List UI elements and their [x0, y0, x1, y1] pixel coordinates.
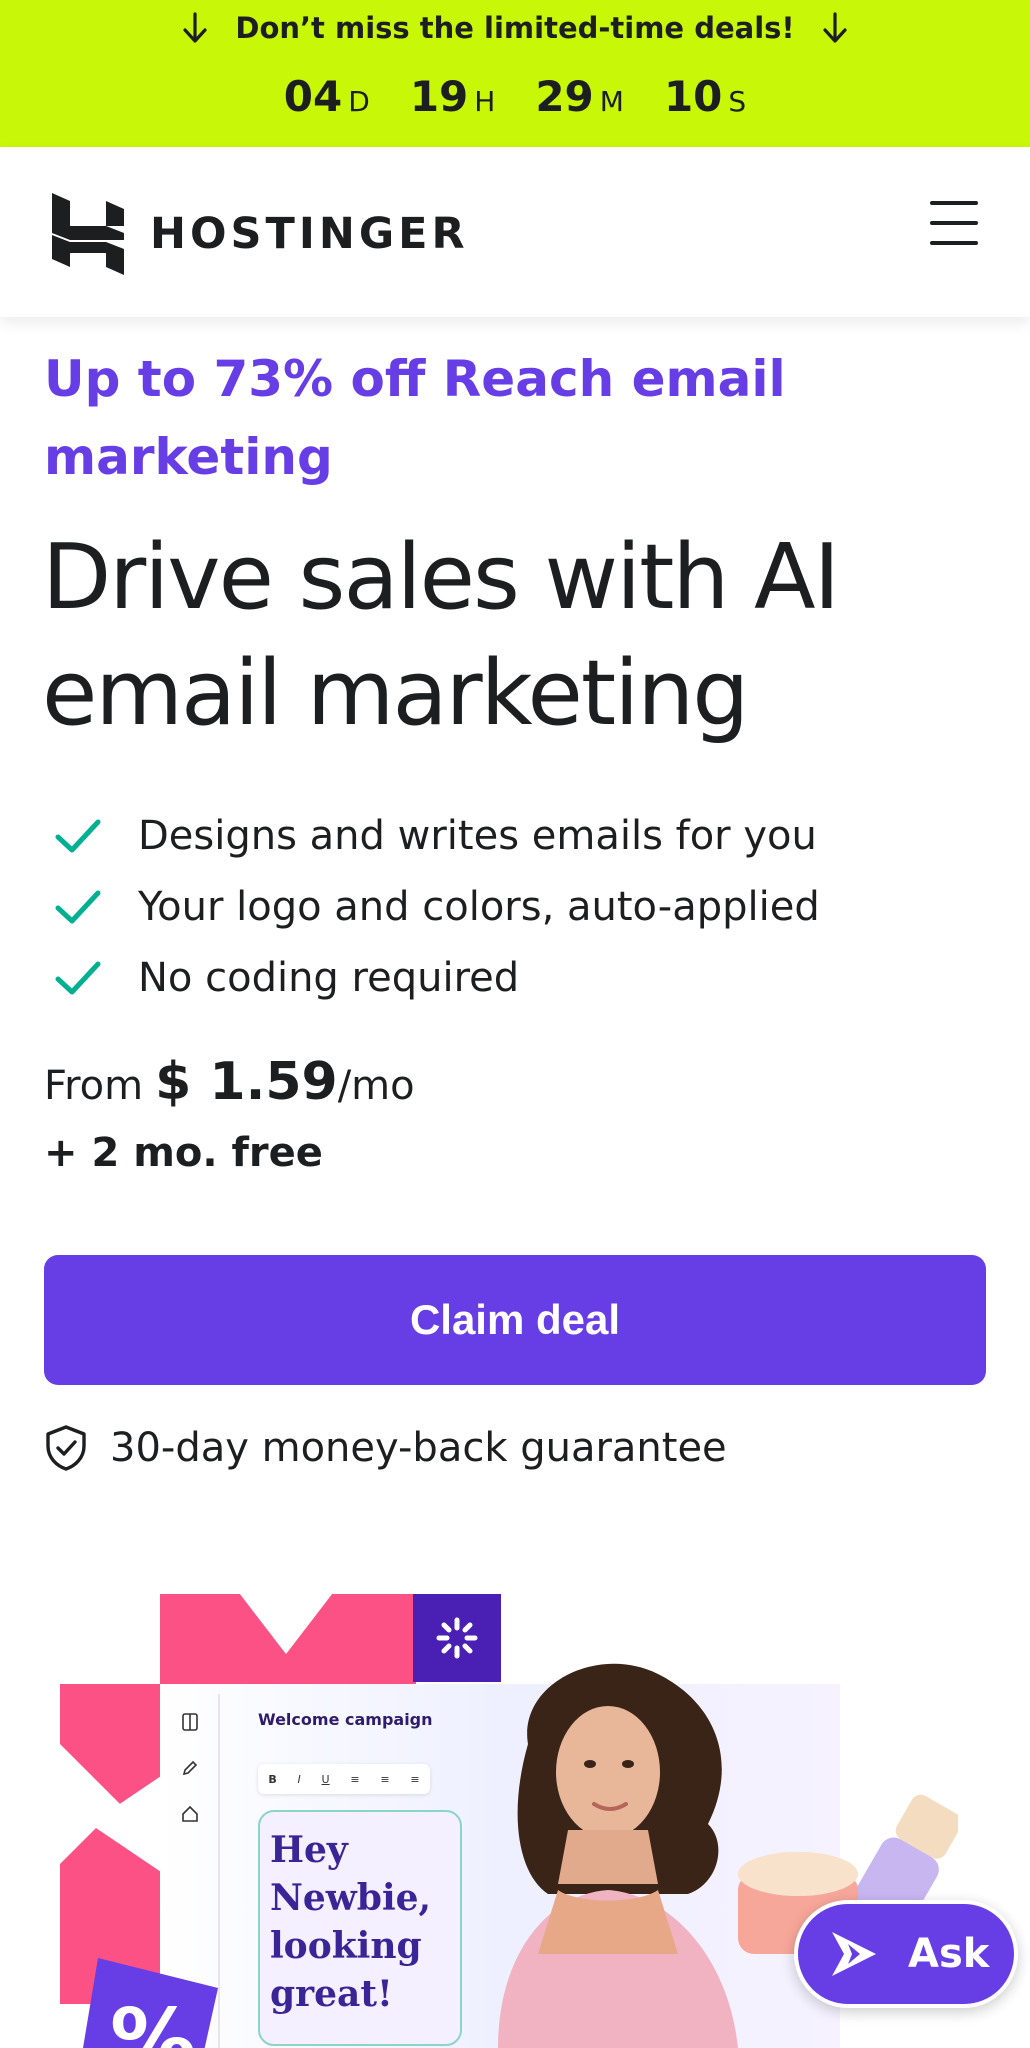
price: From $ 1.59 /mo	[44, 1052, 415, 1112]
shield-check-icon	[46, 1425, 86, 1471]
countdown-minutes: 29 M	[535, 72, 624, 121]
email-preview-card: Hey Newbie, looking great!	[258, 1810, 462, 2046]
align-right-icon: ≡	[410, 1772, 420, 1786]
promo-eyebrow: Up to 73% off Reach email marketing	[44, 350, 786, 486]
price-period: /mo	[337, 1063, 415, 1109]
site-header: HOSTINGER	[0, 147, 1030, 317]
campaign-title: Welcome campaign	[258, 1710, 433, 1729]
loader-icon	[436, 1617, 478, 1659]
ask-label: Ask	[908, 1931, 990, 1977]
guarantee: 30-day money-back guarantee	[44, 1424, 727, 1472]
percent-tag: %	[83, 1958, 218, 2048]
countdown-seconds: 10 S	[663, 72, 747, 121]
feature-text: Your logo and colors, auto-applied	[138, 883, 820, 930]
bold-icon: B	[268, 1772, 277, 1786]
align-left-icon: ≡	[350, 1772, 360, 1786]
hostinger-logo-icon	[52, 193, 124, 275]
ask-ai-button[interactable]: Ask	[794, 1900, 1018, 2008]
list-item: Your logo and colors, auto-applied	[52, 871, 820, 942]
menu-icon[interactable]	[930, 199, 978, 247]
price-amount: $ 1.59	[155, 1052, 338, 1112]
countdown-hours: 19 H	[409, 72, 496, 121]
feature-text: Designs and writes emails for you	[138, 812, 817, 859]
ai-sparkle-icon	[832, 1932, 876, 1976]
email-preview-text: Hey Newbie, looking great!	[270, 1829, 432, 2015]
feature-list: Designs and writes emails for you Your l…	[52, 800, 820, 1013]
countdown-days: 04 D	[283, 72, 370, 121]
check-icon	[55, 961, 101, 994]
list-item: No coding required	[52, 942, 820, 1013]
percent-glyph: %	[110, 1991, 196, 2048]
align-center-icon: ≡	[380, 1772, 390, 1786]
page-title: Drive sales with AI email marketing	[42, 525, 840, 746]
claim-deal-button[interactable]: Claim deal	[44, 1255, 986, 1385]
underline-icon: U	[321, 1772, 330, 1786]
promo-banner[interactable]: Don’t miss the limited-time deals! 04 D …	[0, 0, 1030, 147]
home-icon	[182, 1805, 198, 1822]
arrow-down-icon	[823, 12, 847, 43]
feature-text: No coding required	[138, 954, 520, 1001]
promo-text: Don’t miss the limited-time deals!	[235, 11, 795, 45]
price-from: From	[44, 1063, 144, 1109]
edit-icon	[182, 1760, 198, 1776]
book-icon	[182, 1713, 198, 1731]
price-bonus: + 2 mo. free	[44, 1130, 323, 1176]
logo-text: HOSTINGER	[150, 209, 469, 259]
text-format-toolbar: B I U ≡ ≡ ≡	[258, 1764, 430, 1794]
countdown-timer: 04 D 19 H 29 M 10 S	[0, 72, 1030, 121]
check-icon	[55, 890, 101, 923]
list-item: Designs and writes emails for you	[52, 800, 820, 871]
guarantee-text: 30-day money-back guarantee	[110, 1425, 727, 1471]
arrow-down-icon	[183, 12, 207, 43]
check-icon	[55, 819, 101, 852]
hostinger-logo[interactable]: HOSTINGER	[52, 193, 469, 275]
pink-arrow-shape	[60, 1684, 164, 2004]
italic-icon: I	[297, 1772, 301, 1786]
